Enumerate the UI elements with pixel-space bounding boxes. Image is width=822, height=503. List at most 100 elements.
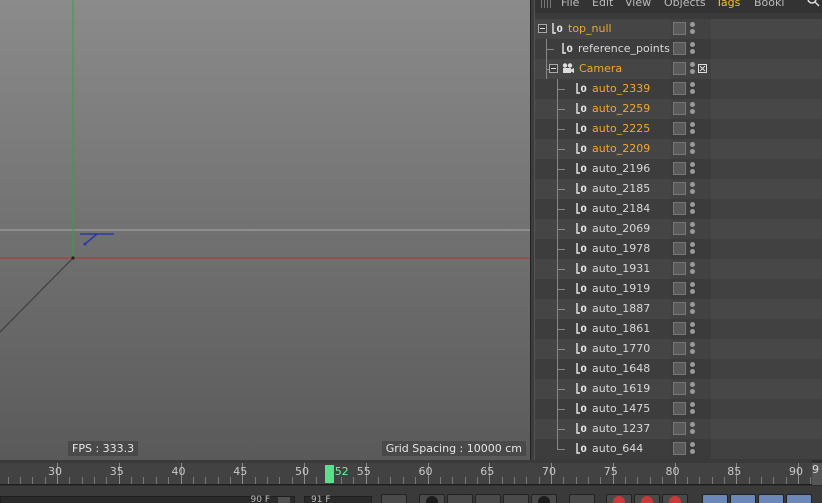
timeline-ruler[interactable]: 30 35 40 45 50 55 60 65 70 75 80 85 90 52 bbox=[0, 463, 812, 485]
object-row[interactable]: 0 auto_1648 bbox=[535, 359, 822, 379]
visibility-dots-icon[interactable] bbox=[690, 282, 696, 296]
tags-column[interactable] bbox=[711, 119, 822, 139]
layer-toggle[interactable] bbox=[673, 222, 686, 235]
layer-toggle[interactable] bbox=[673, 102, 686, 115]
visibility-dots-icon[interactable] bbox=[690, 22, 696, 36]
goto-end-button[interactable] bbox=[569, 494, 595, 503]
object-row[interactable]: 0 reference_points bbox=[535, 39, 822, 59]
record-button[interactable] bbox=[419, 494, 445, 503]
menu-view[interactable]: View bbox=[625, 0, 651, 9]
object-name[interactable]: auto_1919 bbox=[592, 282, 650, 295]
object-name[interactable]: auto_2196 bbox=[592, 162, 650, 175]
tags-column[interactable] bbox=[711, 159, 822, 179]
stop-button[interactable] bbox=[531, 494, 557, 503]
object-name[interactable]: auto_2259 bbox=[592, 102, 650, 115]
visibility-dots-icon[interactable] bbox=[690, 322, 696, 336]
visibility-dots-icon[interactable] bbox=[690, 302, 696, 316]
visibility-dots-icon[interactable] bbox=[690, 182, 696, 196]
tags-column[interactable] bbox=[711, 299, 822, 319]
tags-column[interactable] bbox=[711, 439, 822, 459]
layer-toggle[interactable] bbox=[673, 402, 686, 415]
visibility-dots-icon[interactable] bbox=[690, 202, 696, 216]
autokey-button[interactable] bbox=[634, 494, 660, 503]
tags-column[interactable] bbox=[711, 99, 822, 119]
object-row[interactable]: 0 auto_1237 bbox=[535, 419, 822, 439]
object-row[interactable]: 0 auto_2069 bbox=[535, 219, 822, 239]
tags-column[interactable] bbox=[711, 419, 822, 439]
object-row[interactable]: 0 top_null bbox=[535, 19, 822, 39]
object-name[interactable]: auto_2339 bbox=[592, 82, 650, 95]
visibility-dots-icon[interactable] bbox=[690, 142, 696, 156]
object-name[interactable]: auto_1237 bbox=[592, 422, 650, 435]
tags-column[interactable] bbox=[711, 399, 822, 419]
object-row[interactable]: 0 auto_2259 bbox=[535, 99, 822, 119]
layer-toggle[interactable] bbox=[673, 122, 686, 135]
visibility-dots-icon[interactable] bbox=[690, 422, 696, 436]
layer-toggle[interactable] bbox=[673, 322, 686, 335]
max-frame-field[interactable]: 91 F bbox=[304, 496, 372, 503]
object-row[interactable]: 0 auto_1887 bbox=[535, 299, 822, 319]
object-name[interactable]: auto_2184 bbox=[592, 202, 650, 215]
layer-toggle[interactable] bbox=[673, 382, 686, 395]
tags-column[interactable] bbox=[711, 239, 822, 259]
object-name[interactable]: auto_1770 bbox=[592, 342, 650, 355]
object-name[interactable]: auto_2069 bbox=[592, 222, 650, 235]
object-name[interactable]: auto_1648 bbox=[592, 362, 650, 375]
layer-toggle[interactable] bbox=[673, 422, 686, 435]
object-row[interactable]: 0 auto_1861 bbox=[535, 319, 822, 339]
tags-column[interactable] bbox=[711, 19, 822, 39]
layer-toggle[interactable] bbox=[673, 302, 686, 315]
prev-frame-button[interactable] bbox=[447, 494, 473, 503]
object-name[interactable]: auto_1861 bbox=[592, 322, 650, 335]
object-row[interactable]: 0 auto_2209 bbox=[535, 139, 822, 159]
visibility-dots-icon[interactable] bbox=[690, 42, 696, 56]
layer-toggle[interactable] bbox=[673, 362, 686, 375]
menu-bookmarks[interactable]: Booki bbox=[754, 0, 784, 9]
search-icon[interactable] bbox=[806, 0, 820, 8]
keyframe-record-button[interactable] bbox=[606, 494, 632, 503]
object-name[interactable]: auto_1619 bbox=[592, 382, 650, 395]
goto-start-button[interactable] bbox=[381, 494, 407, 503]
object-row[interactable]: 0 auto_1475 bbox=[535, 399, 822, 419]
menu-objects[interactable]: Objects bbox=[664, 0, 706, 9]
object-row[interactable]: 0 auto_2339 bbox=[535, 79, 822, 99]
visibility-dots-icon[interactable] bbox=[690, 362, 696, 376]
tags-column[interactable] bbox=[711, 339, 822, 359]
object-name[interactable]: auto_644 bbox=[592, 442, 643, 455]
object-name[interactable]: auto_2209 bbox=[592, 142, 650, 155]
tags-column[interactable] bbox=[711, 359, 822, 379]
scale-key-button[interactable] bbox=[730, 494, 756, 503]
object-row[interactable]: 0 auto_1919 bbox=[535, 279, 822, 299]
object-name[interactable]: auto_1978 bbox=[592, 242, 650, 255]
visibility-dots-icon[interactable] bbox=[690, 162, 696, 176]
layer-toggle[interactable] bbox=[673, 62, 686, 75]
visibility-dots-icon[interactable] bbox=[690, 342, 696, 356]
tags-column[interactable] bbox=[711, 139, 822, 159]
layer-toggle[interactable] bbox=[673, 262, 686, 275]
menu-tags[interactable]: Tags bbox=[716, 0, 740, 9]
object-row[interactable]: 0 auto_2185 bbox=[535, 179, 822, 199]
visibility-dots-icon[interactable] bbox=[690, 62, 696, 76]
collapse-toggle[interactable] bbox=[549, 64, 558, 73]
visibility-dots-icon[interactable] bbox=[690, 402, 696, 416]
tags-column[interactable] bbox=[711, 279, 822, 299]
object-name[interactable]: Camera bbox=[579, 62, 622, 75]
object-row[interactable]: 0 auto_1978 bbox=[535, 239, 822, 259]
layer-toggle[interactable] bbox=[673, 182, 686, 195]
object-name[interactable]: auto_1475 bbox=[592, 402, 650, 415]
layer-toggle[interactable] bbox=[673, 282, 686, 295]
object-row[interactable]: Camera bbox=[535, 59, 822, 79]
tags-column[interactable] bbox=[711, 179, 822, 199]
layer-toggle[interactable] bbox=[673, 142, 686, 155]
tags-column[interactable] bbox=[711, 79, 822, 99]
move-key-button[interactable] bbox=[702, 494, 728, 503]
object-name[interactable]: auto_1887 bbox=[592, 302, 650, 315]
object-row[interactable]: 0 auto_1619 bbox=[535, 379, 822, 399]
object-row[interactable]: 0 auto_2184 bbox=[535, 199, 822, 219]
object-name[interactable]: reference_points bbox=[578, 42, 670, 55]
target-tag-icon[interactable] bbox=[698, 64, 707, 73]
tags-column[interactable] bbox=[711, 199, 822, 219]
layer-toggle[interactable] bbox=[673, 442, 686, 455]
object-row[interactable]: 0 auto_1931 bbox=[535, 259, 822, 279]
object-row[interactable]: 0 auto_2196 bbox=[535, 159, 822, 179]
